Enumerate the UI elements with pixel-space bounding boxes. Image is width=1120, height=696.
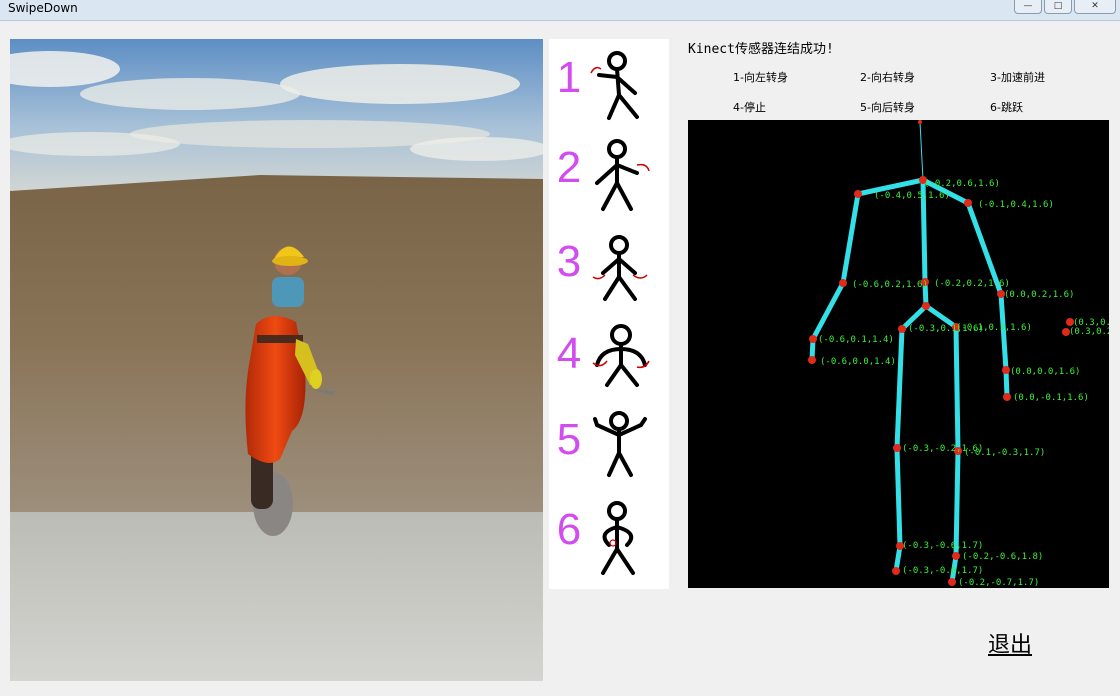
gesture-number: 3 xyxy=(556,237,582,286)
window-controls: — □ ✕ xyxy=(1014,0,1116,14)
joint-coordinate-label: (-0.1,0.4,1.6) xyxy=(978,200,1054,210)
gesture-number: 6 xyxy=(556,505,582,554)
skeleton-joint xyxy=(809,335,817,343)
joint-coordinate-label: (-0.2,0.2,1.6) xyxy=(934,279,1010,289)
skeleton-joint xyxy=(892,567,900,575)
skeleton-joint xyxy=(922,302,930,310)
joint-coordinate-label: (0.0,-0.1,1.6) xyxy=(1013,393,1089,403)
gesture-item-4: 4 xyxy=(549,321,669,403)
skeleton-bone xyxy=(840,191,861,286)
neck-bone xyxy=(919,121,924,181)
skeleton-bone xyxy=(810,280,846,342)
gesture-item-1: 1 xyxy=(549,45,669,127)
game-scene-image xyxy=(10,39,543,681)
stick-figure-3-icon xyxy=(592,235,648,301)
skeleton-joint xyxy=(1003,393,1011,401)
joint-coordinate-label: (-0.6,0.1,1.4) xyxy=(818,335,894,345)
game-scene-view xyxy=(10,39,543,681)
joint-coordinate-label: (-0.3,-0.6,1.7) xyxy=(902,541,983,551)
skeleton-drawing: (-0.2,0.6,1.6) (-0.4,0.5,1.6) (-0.1,0.4,1.… xyxy=(808,120,1109,588)
joint-coordinate-label: (0.0,0.2,1.6) xyxy=(1004,290,1074,300)
joint-coordinate-label: (-0.4,0.5,1.6) xyxy=(874,191,950,201)
skeleton-joint xyxy=(893,444,901,452)
gesture-number: 5 xyxy=(556,415,582,464)
stick-figure-4-icon xyxy=(592,324,650,387)
gesture-number: 1 xyxy=(556,53,582,102)
skeleton-joint xyxy=(964,199,972,207)
gesture-number: 4 xyxy=(556,329,582,378)
skeleton-joint xyxy=(854,190,862,198)
command-label: 1-向左转身 xyxy=(733,71,788,84)
joint-coordinate-label: (-0.1,0.1,1.6) xyxy=(956,323,1032,333)
skeleton-joint xyxy=(898,325,906,333)
close-button[interactable]: ✕ xyxy=(1074,0,1116,14)
stick-figure-5-icon xyxy=(593,411,647,477)
skeleton-bone xyxy=(953,324,961,454)
gesture-legend-panel: 1 2 3 4 5 6 xyxy=(549,39,669,589)
gesture-item-5: 5 xyxy=(549,407,669,489)
skeleton-bone xyxy=(1003,367,1010,400)
skeleton-bone xyxy=(894,445,903,549)
skeleton-joint xyxy=(808,356,816,364)
gesture-item-3: 3 xyxy=(549,229,669,311)
command-label: 2-向右转身 xyxy=(860,71,915,84)
window-title: SwipeDown xyxy=(8,1,78,15)
gesture-number: 2 xyxy=(556,143,582,192)
joint-coordinate-label: (-0.6,0.0,1.4) xyxy=(820,357,896,367)
joint-coordinate-label: (-0.6,0.2,1.6) xyxy=(852,280,928,290)
kinect-status-text: Kinect传感器连结成功! xyxy=(688,42,834,57)
command-label: 6-跳跃 xyxy=(990,101,1023,114)
skeleton-joint xyxy=(839,279,847,287)
kinect-skeleton-view: (-0.2,0.6,1.6) (-0.4,0.5,1.6) (-0.1,0.4,1.… xyxy=(688,120,1109,588)
minimize-button[interactable]: — xyxy=(1014,0,1042,14)
command-label: 5-向后转身 xyxy=(860,101,915,114)
joint-coordinate-label: (0.0,0.0,1.6) xyxy=(1010,367,1080,377)
window-titlebar: SwipeDown — □ ✕ xyxy=(0,0,1120,21)
command-label: 4-停止 xyxy=(733,101,766,114)
joint-coordinate-label: (-0.3,-0.6,1.7) xyxy=(902,566,983,576)
skeleton-joint xyxy=(1002,366,1010,374)
stick-figure-6-icon xyxy=(601,501,635,575)
skeleton-joint xyxy=(952,552,960,560)
exit-button[interactable]: 退出 xyxy=(988,627,1032,659)
joint-coordinate-label: (-0.1,-0.3,1.7) xyxy=(964,448,1045,458)
skeleton-joint xyxy=(918,120,922,124)
joint-coordinate-label: (-0.2,-0.6,1.8) xyxy=(962,552,1043,562)
gesture-item-2: 2 xyxy=(549,135,669,217)
stick-figure-1-icon xyxy=(590,51,639,120)
joint-coordinate-label: (-0.2,-0.7,1.7) xyxy=(958,578,1039,588)
joint-coordinate-label: (0.3,0.2,1 xyxy=(1069,327,1109,337)
gesture-item-6: 6 xyxy=(549,497,669,579)
joint-coordinate-label: (-0.2,0.6,1.6) xyxy=(924,179,1000,189)
skeleton-bone xyxy=(894,326,905,451)
stick-figure-2-icon xyxy=(595,139,650,211)
command-label: 3-加速前进 xyxy=(990,71,1045,84)
maximize-button[interactable]: □ xyxy=(1044,0,1072,14)
skeleton-joint xyxy=(948,578,956,586)
